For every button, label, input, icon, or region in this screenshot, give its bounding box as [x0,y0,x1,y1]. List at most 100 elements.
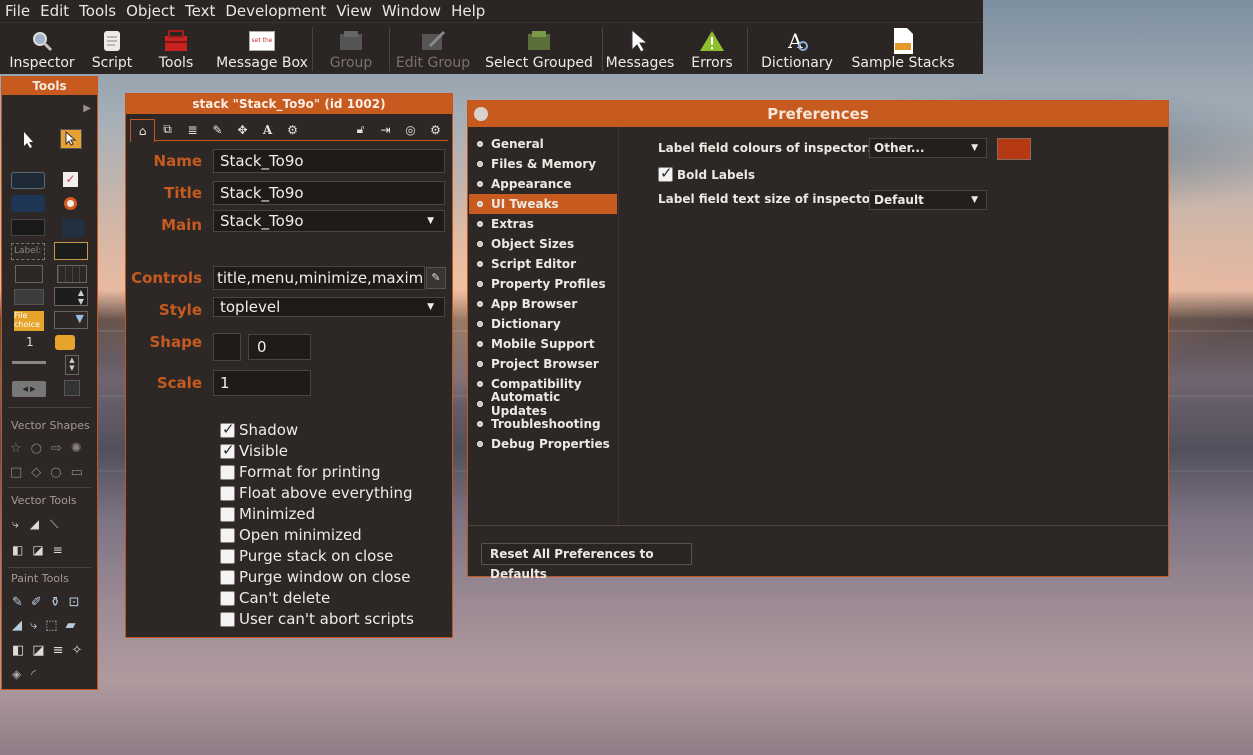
label-colour-swatch[interactable] [997,138,1031,160]
checkbox-tool-icon[interactable]: ✓ [63,172,78,187]
menu-tools[interactable]: Tools [74,2,121,20]
label-colours-dropdown[interactable]: Other... [869,138,987,158]
pointer-tool-icon[interactable] [60,129,82,149]
errors-button[interactable]: Errors [677,23,747,75]
tab-colors[interactable]: ✎ [205,119,230,140]
style-dropdown[interactable]: toplevel [213,297,445,317]
pref-item-mobile-support[interactable]: Mobile Support [469,334,618,354]
settings-button[interactable]: ⚙ [423,119,448,140]
checkbox-box[interactable] [220,611,235,627]
pref-item-dictionary[interactable]: Dictionary [469,314,618,334]
menu-help[interactable]: Help [446,2,490,20]
menu-file[interactable]: File [0,2,35,20]
bold-labels-checkbox[interactable]: Bold Labels [658,164,755,182]
shape-image-well[interactable] [213,333,241,361]
pref-item-files-memory[interactable]: Files & Memory [469,154,618,174]
file-choice-tool-icon[interactable]: File choice [14,311,44,331]
tools-button[interactable]: Tools [140,23,212,75]
image-tool-icon[interactable] [55,335,75,350]
reset-preferences-button[interactable]: Reset All Preferences to Defaults [481,543,692,581]
tab-stack-files[interactable]: ⧉ [155,119,180,140]
default-button-tool-icon[interactable] [11,195,45,212]
radio-tool-icon[interactable] [64,197,77,210]
pref-item-troubleshooting[interactable]: Troubleshooting [469,414,618,434]
controls-field[interactable]: title,menu,minimize,maximize, [213,266,425,290]
menu-edit[interactable]: Edit [35,2,74,20]
paint-tools-row-4[interactable]: ◈◜ [12,667,46,681]
menu-view[interactable]: View [331,2,377,20]
vector-tools-row-1[interactable]: ⤷◢⟍ [12,517,69,532]
pref-item-automatic-updates[interactable]: Automatic Updates [469,390,618,418]
checkbox-can-t-delete[interactable]: Can't delete [220,588,330,608]
scrolling-field-tool-icon[interactable] [15,265,43,283]
browse-tool-icon[interactable] [22,131,36,153]
close-icon[interactable] [474,107,488,121]
pref-item-project-browser[interactable]: Project Browser [469,354,618,374]
lock-button[interactable]: 🔓︎ [348,119,373,140]
tab-size-position[interactable]: ✥ [230,119,255,140]
scrollbar-tool-icon[interactable] [14,289,44,305]
vector-tools-row-2[interactable]: ◧◪≡ [12,543,72,557]
scale-field[interactable]: 1 [213,370,311,396]
pref-item-extras[interactable]: Extras [469,214,618,234]
number-tool-icon[interactable]: 1 [26,335,34,349]
name-field[interactable]: Stack_To9o [213,149,445,173]
tab-advanced[interactable]: ⚙ [280,119,305,140]
tab-custom-properties[interactable]: ≣ [180,119,205,140]
expand-arrow-icon[interactable]: ▶ [83,103,91,114]
checkbox-open-minimized[interactable]: Open minimized [220,525,362,545]
stepper-tool-icon[interactable]: ▲ ▼ [54,287,88,306]
select-grouped-button[interactable]: Select Grouped [476,23,602,75]
rectangle-button-tool-icon[interactable] [11,219,45,236]
paint-tools-row-3[interactable]: ◧◪≡✧ [12,643,90,658]
label-tool-icon[interactable]: Label: [11,243,45,260]
shape-field[interactable]: 0 [248,334,311,360]
checkbox-float-above-everything[interactable]: Float above everything [220,483,413,503]
checkbox-box[interactable] [220,420,235,438]
pref-item-script-editor[interactable]: Script Editor [469,254,618,274]
little-arrows-tool-icon[interactable]: ▲ ▼ [65,355,79,375]
inspector-button[interactable]: Inspector [0,23,84,75]
checkbox-purge-window-on-close[interactable]: Purge window on close [220,567,410,587]
messages-button[interactable]: Messages [603,23,677,75]
checkbox-box[interactable] [220,506,235,522]
group-button[interactable]: Group [313,23,389,75]
checkbox-box[interactable] [220,485,235,501]
progress-tool-icon[interactable]: ◀ ▶ [12,381,46,397]
field-tool-icon[interactable] [54,242,88,260]
pref-item-ui-tweaks[interactable]: UI Tweaks [469,194,617,214]
tab-panel-tool-icon[interactable] [62,219,84,237]
menu-window[interactable]: Window [377,2,446,20]
button-tool-icon[interactable] [11,172,45,189]
checkbox-shadow[interactable]: Shadow [220,420,298,440]
bold-labels-check[interactable] [658,164,673,182]
menu-object[interactable]: Object [121,2,180,20]
checkbox-box[interactable] [220,527,235,543]
checkbox-box[interactable] [220,590,235,606]
combo-box-tool-icon[interactable]: ▼ [54,311,88,329]
pref-item-appearance[interactable]: Appearance [469,174,618,194]
target-button[interactable]: ◎ [398,119,423,140]
sample-stacks-button[interactable]: Sample Stacks [846,23,960,75]
pref-item-app-browser[interactable]: App Browser [469,294,618,314]
edit-group-button[interactable]: Edit Group [390,23,476,75]
dictionary-button[interactable]: A Dictionary [748,23,846,75]
checkbox-box[interactable] [220,464,235,480]
paint-tools-row-2[interactable]: ◢⤷⬚▰ [12,618,84,633]
vector-shapes-row-1[interactable]: ☆○⇨✺ [10,441,91,456]
tab-basic-properties[interactable]: ⌂ [130,119,155,142]
checkbox-visible[interactable]: Visible [220,441,288,461]
pref-item-general[interactable]: General [469,134,618,154]
player-tool-icon[interactable] [64,380,80,396]
menu-development[interactable]: Development [220,2,331,20]
controls-edit-button[interactable]: ✎ [426,267,446,289]
paint-tools-row-1[interactable]: ✎✐⚱⊡ [12,595,88,610]
checkbox-user-can-t-abort-scripts[interactable]: User can't abort scripts [220,609,414,629]
tab-text[interactable]: A [255,119,280,140]
vector-shapes-row-2[interactable]: □◇○▭ [10,465,92,480]
title-field[interactable]: Stack_To9o [213,181,445,205]
text-size-dropdown[interactable]: Default [869,190,987,210]
checkbox-box[interactable] [220,569,235,585]
table-tool-icon[interactable] [57,265,87,283]
menu-text[interactable]: Text [180,2,220,20]
